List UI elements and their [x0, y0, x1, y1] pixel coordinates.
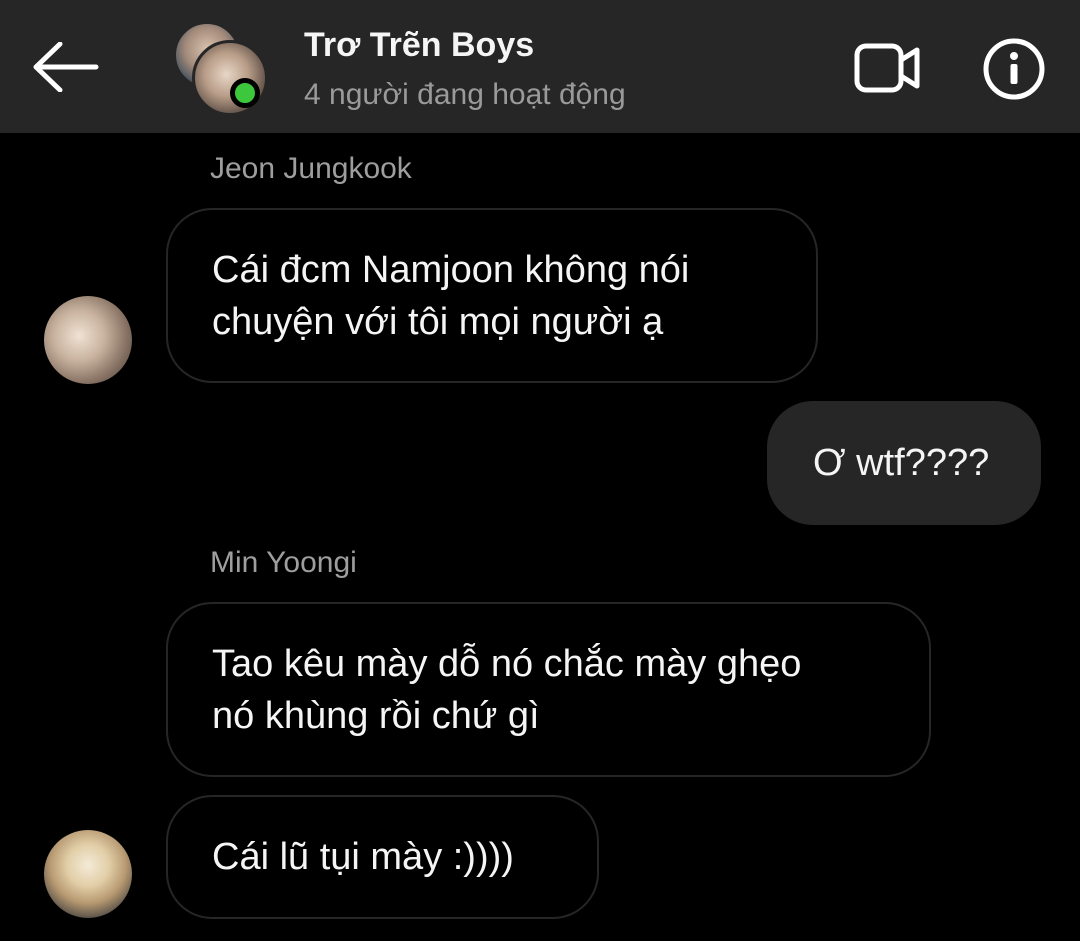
message-line: chuyện với tôi mọi người ạ: [212, 300, 664, 343]
avatar-min-yoongi[interactable]: [44, 830, 132, 918]
message-bubble-incoming[interactable]: Cái lũ tụi mày :)))): [166, 795, 599, 919]
info-icon: [983, 38, 1045, 100]
group-avatar[interactable]: [172, 20, 272, 116]
message-line: nó khùng rồi chứ gì: [212, 694, 540, 737]
video-call-button[interactable]: [850, 36, 926, 100]
back-button[interactable]: [24, 30, 106, 104]
active-status-text: 4 người đang hoạt động: [304, 78, 626, 111]
message-text: Cái lũ tụi mày :)))): [212, 836, 514, 878]
message-text: Tao kêu mày dỗ nó chắc mày ghẹo nó khùng…: [212, 638, 801, 742]
sender-name: Min Yoongi: [210, 546, 357, 579]
chat-header: Trơ Trẽn Boys 4 người đang hoạt động: [0, 0, 1080, 133]
chat-screen: Trơ Trẽn Boys 4 người đang hoạt động Jeo…: [0, 0, 1080, 941]
message-text: Ơ wtf????: [813, 442, 990, 484]
message-bubble-incoming[interactable]: Tao kêu mày dỗ nó chắc mày ghẹo nó khùng…: [166, 602, 931, 777]
message-bubble-outgoing[interactable]: Ơ wtf????: [767, 401, 1041, 525]
message-bubble-incoming[interactable]: Cái đcm Namjoon không nói chuyện với tôi…: [166, 208, 818, 383]
arrow-left-icon: [33, 42, 99, 92]
info-button[interactable]: [980, 36, 1048, 102]
sender-name: Jeon Jungkook: [210, 152, 412, 185]
group-avatar-primary: [192, 40, 268, 116]
avatar-jeon-jungkook[interactable]: [44, 296, 132, 384]
online-status-dot: [230, 78, 260, 108]
video-camera-icon: [854, 43, 920, 93]
message-text: Cái đcm Namjoon không nói chuyện với tôi…: [212, 244, 689, 348]
message-line: Tao kêu mày dỗ nó chắc mày ghẹo: [212, 642, 802, 685]
conversation-title[interactable]: Trơ Trẽn Boys: [304, 26, 534, 65]
message-line: Cái đcm Namjoon không nói: [212, 248, 690, 291]
